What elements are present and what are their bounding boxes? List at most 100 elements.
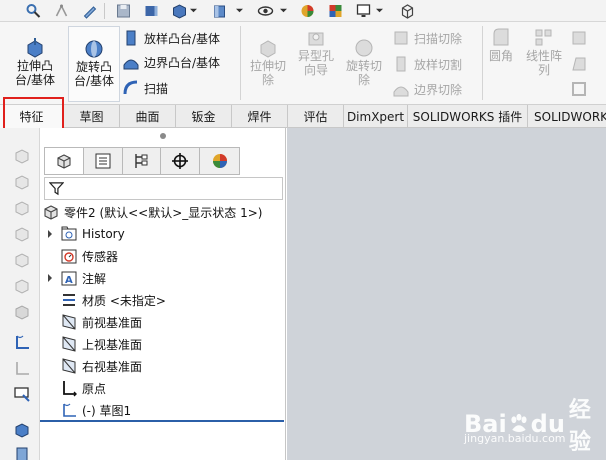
hole-wizard-button[interactable]: 异型孔 向导 [292, 26, 340, 98]
tree-item-material[interactable]: 材质 <未指定> [44, 290, 166, 310]
monitor-icon[interactable] [12, 384, 32, 404]
extrude-cut-button[interactable]: 拉伸切 除 [246, 36, 290, 98]
tree-item-part[interactable]: 零件2 (默认<<默认>_显示状态 1>) [42, 202, 262, 222]
history-folder-icon [61, 226, 77, 241]
loft-cut-button[interactable]: 放样切割 [392, 54, 462, 74]
cube-icon[interactable] [12, 224, 32, 244]
svg-text:A: A [65, 275, 73, 286]
extrude-boss-icon [27, 38, 43, 58]
tab-solidworks-addins[interactable]: SOLIDWORKS 插件 [408, 105, 528, 128]
tree-item-history[interactable]: History [44, 224, 125, 244]
cube-icon[interactable] [12, 172, 32, 192]
tab-weldments[interactable]: 焊件 [232, 105, 288, 128]
sweep-boss-button[interactable]: 放样凸台/基体 [122, 28, 220, 48]
tree-item-origin[interactable]: 原点 [44, 378, 106, 398]
tree-item-sketch[interactable]: (-) 草图1 [44, 400, 131, 420]
rib-icon [572, 31, 586, 45]
tree-item-top-plane[interactable]: 上视基准面 [44, 334, 142, 354]
cube-icon[interactable] [12, 146, 32, 166]
boundary-cut-button[interactable]: 边界切除 [392, 79, 462, 99]
part-icon[interactable] [12, 420, 32, 440]
tree-item-label: 右视基准面 [82, 359, 143, 374]
revolve-cut-button[interactable]: 旋转切 除 [342, 36, 386, 98]
chevron-down-icon[interactable] [190, 7, 197, 14]
tree-item-label: 零件2 (默认<<默认>_显示状态 1>) [64, 205, 263, 220]
shell-button[interactable] [570, 79, 592, 99]
smart-dimension-icon[interactable] [24, 2, 42, 19]
sketch-icon[interactable] [12, 358, 32, 378]
feature-tree-tab[interactable] [45, 148, 84, 174]
chevron-down-icon[interactable] [236, 7, 243, 14]
measure-icon[interactable] [52, 2, 70, 19]
appearance-icon[interactable] [298, 2, 316, 19]
tree-item-front-plane[interactable]: 前视基准面 [44, 312, 142, 332]
monitor-icon[interactable] [354, 2, 372, 19]
quick-access-toolbar [0, 0, 606, 22]
extrude-boss-button[interactable]: 拉伸凸 台/基体 [6, 36, 64, 98]
sketch-pen-icon[interactable] [80, 2, 98, 19]
panel-grip-handle[interactable] [160, 133, 166, 139]
tree-item-right-plane[interactable]: 右视基准面 [44, 356, 142, 376]
display-style-icon[interactable] [170, 2, 188, 19]
part-icon [44, 205, 58, 220]
chevron-down-icon[interactable] [376, 7, 383, 14]
fillet-button[interactable]: 圆角 [484, 26, 518, 88]
tab-solidworks[interactable]: SOLIDWORKS [528, 105, 606, 128]
section-view-icon[interactable] [210, 2, 228, 19]
linear-pattern-button[interactable]: 线性阵 列 [522, 26, 566, 98]
tab-surfaces[interactable]: 曲面 [120, 105, 176, 128]
crosshair-icon [172, 153, 189, 169]
expand-arrow-icon[interactable] [44, 272, 56, 284]
cube-icon[interactable] [12, 250, 32, 270]
cube-icon[interactable] [12, 198, 32, 218]
revolve-boss-button[interactable]: 旋转凸 台/基体 [68, 26, 120, 102]
expand-arrow-icon[interactable] [44, 228, 56, 240]
rib-button[interactable] [570, 28, 592, 48]
cube-icon[interactable] [12, 276, 32, 296]
boundary-boss-button[interactable]: 边界凸台/基体 [122, 52, 220, 72]
property-manager-icon [95, 153, 111, 169]
view-cube-icon[interactable] [398, 2, 416, 19]
hide-show-icon[interactable] [256, 2, 274, 19]
extrude-boss-label: 拉伸凸 台/基体 [14, 59, 56, 87]
display-manager-tab[interactable] [200, 148, 239, 174]
scene-icon[interactable] [326, 2, 344, 19]
dimxpert-manager-tab[interactable] [161, 148, 201, 174]
tree-item-sensors[interactable]: 传感器 [44, 246, 118, 266]
chevron-down-icon[interactable] [280, 7, 287, 14]
sweep-cut-button[interactable]: 扫描切除 [392, 28, 462, 48]
part-icon[interactable] [12, 444, 32, 460]
watermark-cn-text: 经验 [568, 398, 591, 455]
sensor-icon [61, 249, 77, 264]
expand-arrow-spacer [44, 338, 56, 350]
tab-sheet-metal[interactable]: 钣金 [176, 105, 232, 128]
tree-filter-input[interactable] [44, 177, 283, 200]
tree-item-label: History [82, 227, 125, 241]
extrude-cut-icon [260, 40, 276, 58]
cube-icon[interactable] [12, 302, 32, 322]
watermark-logo: Bai du 经验 [464, 392, 606, 456]
configuration-manager-tab[interactable] [123, 148, 162, 174]
revolve-cut-label: 旋转切 除 [345, 59, 382, 87]
sweep-icon [123, 80, 138, 95]
draft-button[interactable] [570, 54, 592, 74]
rollback-bar[interactable] [40, 420, 284, 422]
tree-item-annotations[interactable]: A 注解 [44, 268, 106, 288]
expand-arrow-spacer [44, 316, 56, 328]
ribbon-divider [482, 26, 483, 100]
feature-manager-icon [57, 154, 71, 169]
revolve-boss-icon [85, 40, 103, 58]
material-icon [63, 294, 75, 306]
sweep-button[interactable]: 扫描 [122, 78, 168, 98]
tab-evaluate[interactable]: 评估 [288, 105, 344, 128]
tab-dimxpert[interactable]: DimXpert [344, 105, 408, 128]
plane-icon [62, 314, 76, 330]
tree-item-label: 材质 <未指定> [82, 293, 166, 308]
save-icon[interactable] [114, 2, 132, 19]
loft-cut-label: 放样切割 [414, 57, 463, 72]
linear-pattern-icon [535, 29, 552, 46]
property-manager-tab[interactable] [84, 148, 123, 174]
sketch-icon[interactable] [12, 332, 32, 352]
tab-sketch[interactable]: 草图 [64, 105, 120, 128]
view-orientation-icon[interactable] [142, 2, 160, 19]
